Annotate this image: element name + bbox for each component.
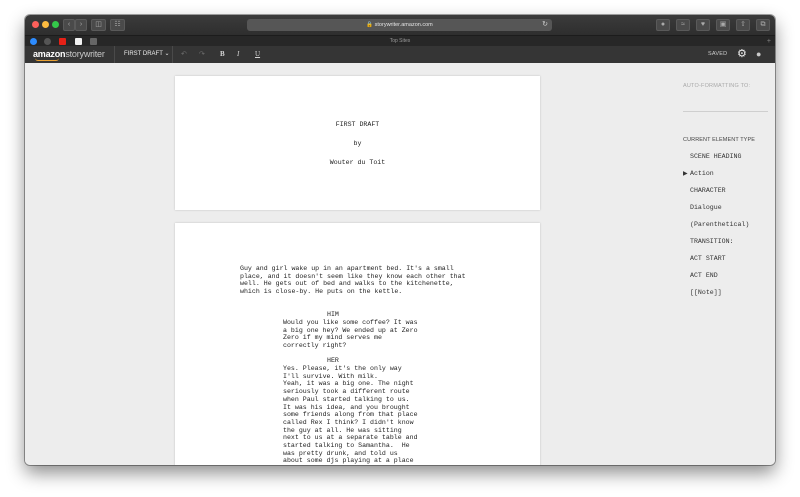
script-author: Wouter du Toit: [329, 159, 386, 166]
element-type-act-start[interactable]: ACT START: [690, 255, 726, 262]
amazon-favicon-icon[interactable]: [75, 38, 82, 45]
active-element-arrow-icon: ▶: [683, 171, 688, 177]
user-icon[interactable]: ●: [756, 46, 761, 63]
character-name[interactable]: HIM: [327, 311, 339, 319]
undo-icon[interactable]: ↶: [181, 46, 187, 63]
screenshot-icon[interactable]: ▣: [716, 19, 730, 31]
new-tab-icon[interactable]: ⧉: [756, 19, 770, 31]
minimize-window-button[interactable]: [42, 21, 49, 28]
saved-status: SAVED: [708, 51, 728, 57]
reload-icon[interactable]: ↻: [542, 19, 548, 31]
element-type-scene-heading[interactable]: SCENE HEADING: [690, 153, 741, 160]
auto-formatting-divider: [683, 111, 768, 112]
title-page[interactable]: FIRST DRAFT by Wouter du Toit: [175, 76, 540, 210]
element-type-note[interactable]: [[Note]]: [690, 289, 722, 296]
underline-button[interactable]: U: [255, 46, 260, 63]
browser-toolbar: ‹ › ◫ ☷ 🔒 storywriter.amazon.com ↻ ● ≈ ♥…: [25, 15, 775, 35]
element-type-parenthetical[interactable]: (Parenthetical): [690, 221, 749, 228]
element-type-dialogue[interactable]: Dialogue: [690, 204, 722, 211]
character-name[interactable]: HER: [327, 357, 339, 365]
extension-icon[interactable]: ≈: [676, 19, 690, 31]
youtube-favicon-icon[interactable]: [59, 38, 66, 45]
lock-icon: 🔒: [366, 22, 374, 28]
logo-storywriter-text: storywriter: [65, 49, 105, 59]
element-type-act-end[interactable]: ACT END: [690, 272, 718, 279]
header-divider: [114, 46, 115, 63]
back-icon[interactable]: ‹: [63, 19, 75, 31]
element-type-action[interactable]: Action: [690, 170, 714, 177]
pocket-icon[interactable]: ♥: [696, 19, 710, 31]
dialogue-block[interactable]: Would you like some coffee? It was a big…: [283, 319, 418, 350]
element-type-character[interactable]: CHARACTER: [690, 187, 726, 194]
bookmark-favicon-icon[interactable]: [90, 38, 97, 45]
app-header: amazonstorywriter FIRST DRAFT ⌄ ↶ ↷ B I …: [25, 46, 775, 63]
close-window-button[interactable]: [32, 21, 39, 28]
sidebar-toggle-icon[interactable]: ◫: [91, 19, 106, 31]
compass-favicon-icon[interactable]: [44, 38, 51, 45]
favorites-bar: Top Sites +: [25, 35, 775, 46]
draft-menu-label: FIRST DRAFT: [124, 51, 163, 57]
gear-icon[interactable]: ⚙: [737, 46, 747, 63]
script-title: FIRST DRAFT: [335, 121, 380, 128]
element-type-transition[interactable]: TRANSITION:: [690, 238, 734, 245]
url-text: storywriter.amazon.com: [374, 22, 433, 28]
forward-icon[interactable]: ›: [75, 19, 87, 31]
current-element-type-label: CURRENT ELEMENT TYPE: [683, 137, 755, 143]
action-block[interactable]: Guy and girl wake up in an apartment bed…: [240, 265, 466, 296]
dialogue-block[interactable]: Yes. Please, it's the only way I'll surv…: [283, 365, 418, 465]
redo-icon[interactable]: ↷: [199, 46, 205, 63]
zoom-window-button[interactable]: [52, 21, 59, 28]
script-by: by: [353, 140, 362, 147]
amazon-smile-icon: [35, 58, 59, 61]
browser-window: ‹ › ◫ ☷ 🔒 storywriter.amazon.com ↻ ● ≈ ♥…: [25, 15, 775, 465]
chevron-down-icon: ⌄: [164, 51, 170, 57]
header-divider: [172, 46, 173, 63]
bold-button[interactable]: B: [220, 46, 225, 63]
safari-favicon-icon[interactable]: [30, 38, 37, 45]
address-bar[interactable]: 🔒 storywriter.amazon.com ↻: [247, 19, 552, 31]
italic-button[interactable]: I: [237, 46, 239, 63]
tab-overview-icon[interactable]: ☷: [110, 19, 125, 31]
share-icon[interactable]: ⇧: [736, 19, 750, 31]
download-icon[interactable]: ●: [656, 19, 670, 31]
draft-menu[interactable]: FIRST DRAFT ⌄: [124, 46, 169, 63]
auto-formatting-label: AUTO-FORMATTING TO:: [683, 83, 751, 89]
editor-area: FIRST DRAFT by Wouter du Toit Guy and gi…: [25, 63, 775, 465]
script-page[interactable]: Guy and girl wake up in an apartment bed…: [175, 223, 540, 465]
